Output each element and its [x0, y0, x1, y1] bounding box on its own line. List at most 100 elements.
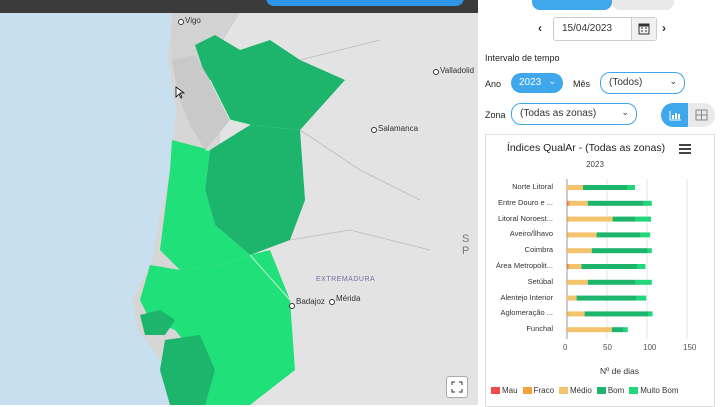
- table-icon[interactable]: [688, 103, 715, 127]
- legend-label: Fraco: [533, 386, 555, 395]
- x-axis-label: Nº de dias: [600, 366, 640, 376]
- legend-label: Muito Bom: [640, 386, 679, 395]
- bar-segment[interactable]: [581, 264, 638, 269]
- x-tick-label: 50: [603, 343, 612, 352]
- city-dot: [329, 299, 335, 305]
- bar-segment[interactable]: [567, 311, 569, 317]
- mes-value: (Todos): [609, 77, 643, 88]
- bar-segment[interactable]: [635, 279, 652, 285]
- bar-segment[interactable]: [567, 264, 568, 269]
- date-value: 15/04/2023: [562, 23, 613, 34]
- bar-segment[interactable]: [636, 295, 647, 301]
- bar-segment[interactable]: [567, 264, 570, 269]
- bar-segment[interactable]: [637, 264, 646, 269]
- bar-segment[interactable]: [567, 327, 612, 333]
- next-date-button[interactable]: ›: [662, 21, 666, 35]
- calendar-icon[interactable]: [631, 18, 656, 40]
- mes-select[interactable]: (Todos) ⌄: [600, 72, 685, 94]
- bar-segment[interactable]: [567, 279, 588, 285]
- chart-legend: Mau Fraco Médio Bom Muito Bom: [491, 386, 684, 395]
- bar-segment[interactable]: [568, 216, 613, 222]
- bar-segment[interactable]: [567, 279, 568, 285]
- x-tick-label: 100: [643, 343, 657, 352]
- bar-segment[interactable]: [648, 311, 653, 317]
- interval-label: Intervalo de tempo: [485, 53, 560, 63]
- chevron-down-icon: ⌄: [669, 76, 677, 86]
- chevron-down-icon: ⌄: [548, 76, 556, 86]
- chevron-down-icon: ⌄: [621, 107, 629, 117]
- map-view[interactable]: Vigo Valladolid Salamanca Badajoz Mérida…: [0, 0, 478, 405]
- city-vigo: Vigo: [185, 16, 201, 25]
- legend-item[interactable]: Fraco: [522, 386, 555, 395]
- view-tab[interactable]: [612, 0, 674, 10]
- bar-segment[interactable]: [627, 185, 635, 190]
- prev-date-button[interactable]: ‹: [538, 21, 542, 35]
- bar-segment[interactable]: [576, 295, 637, 301]
- bar-segment[interactable]: [611, 327, 624, 333]
- bar-segment[interactable]: [584, 311, 649, 317]
- bar-segment[interactable]: [643, 200, 652, 206]
- bar-segment[interactable]: [567, 295, 577, 301]
- bar-segment[interactable]: [567, 232, 569, 238]
- country-label: S P: [462, 233, 473, 257]
- city-salamanca: Salamanca: [378, 124, 419, 133]
- city-dot: [178, 19, 184, 25]
- bar-segment[interactable]: [647, 248, 652, 254]
- ano-select[interactable]: 2023 ⌄: [511, 73, 563, 93]
- expand-icon[interactable]: [446, 376, 468, 398]
- legend-item[interactable]: Mau: [491, 386, 518, 395]
- bar-segment[interactable]: [567, 200, 571, 206]
- legend-label: Bom: [607, 386, 625, 395]
- zona-select[interactable]: (Todas as zonas) ⌄: [511, 103, 637, 125]
- view-tab-active[interactable]: [532, 0, 612, 10]
- ocean: [0, 13, 176, 405]
- legend-item[interactable]: Bom: [596, 386, 625, 395]
- legend-item[interactable]: Muito Bom: [629, 386, 679, 395]
- legend-swatch: [596, 387, 606, 394]
- bar-segment[interactable]: [569, 264, 582, 269]
- region-label: EXTREMADURA: [316, 276, 376, 283]
- bar-segment[interactable]: [583, 185, 627, 190]
- legend-swatch: [629, 387, 639, 394]
- zona-value: (Todas as zonas): [520, 108, 597, 119]
- city-badajoz: Badajoz: [296, 297, 325, 306]
- legend-swatch: [522, 387, 532, 394]
- zona-label: Zona: [485, 110, 506, 120]
- bar-segment[interactable]: [567, 216, 569, 222]
- bar-segment[interactable]: [587, 279, 636, 285]
- date-field[interactable]: 15/04/2023: [553, 17, 657, 41]
- legend-swatch: [559, 387, 569, 394]
- x-tick-label: 150: [683, 343, 697, 352]
- legend-label: Mau: [502, 386, 518, 395]
- legend-item[interactable]: Médio: [559, 386, 592, 395]
- x-tick-label: 0: [563, 343, 568, 352]
- bar-segment[interactable]: [567, 200, 568, 206]
- legend-swatch: [491, 387, 500, 394]
- bar-segment[interactable]: [567, 248, 592, 254]
- bar-segment[interactable]: [568, 232, 597, 238]
- bar-segment[interactable]: [596, 232, 641, 238]
- legend-label: Médio: [570, 386, 592, 395]
- bar-segment[interactable]: [591, 248, 648, 254]
- bar-segment[interactable]: [587, 200, 644, 206]
- bar-segment[interactable]: [567, 248, 568, 254]
- bar-segment[interactable]: [567, 185, 583, 190]
- bar-segment[interactable]: [570, 200, 588, 206]
- bar-segment[interactable]: [612, 216, 635, 222]
- chart-container: Índices QualAr - (Todas as zonas) 2023 N…: [485, 134, 715, 407]
- mes-label: Mês: [573, 79, 591, 89]
- city-dot: [433, 69, 439, 75]
- map-canvas[interactable]: [0, 0, 478, 405]
- map-top-button[interactable]: [266, 0, 464, 6]
- bar-segment[interactable]: [635, 216, 651, 222]
- bar-segment[interactable]: [567, 327, 568, 333]
- bar-segment[interactable]: [623, 327, 628, 333]
- ano-value: 2023: [519, 77, 542, 88]
- city-dot: [371, 127, 377, 133]
- mouse-cursor-icon: [175, 86, 186, 99]
- bar-segment[interactable]: [640, 232, 651, 238]
- bar-segment[interactable]: [568, 311, 585, 317]
- city-valladolid: Valladolid: [440, 66, 475, 75]
- bar-chart-icon[interactable]: [661, 103, 688, 127]
- side-panel: ‹ 15/04/2023 › Intervalo de tempo Ano 20…: [478, 0, 720, 407]
